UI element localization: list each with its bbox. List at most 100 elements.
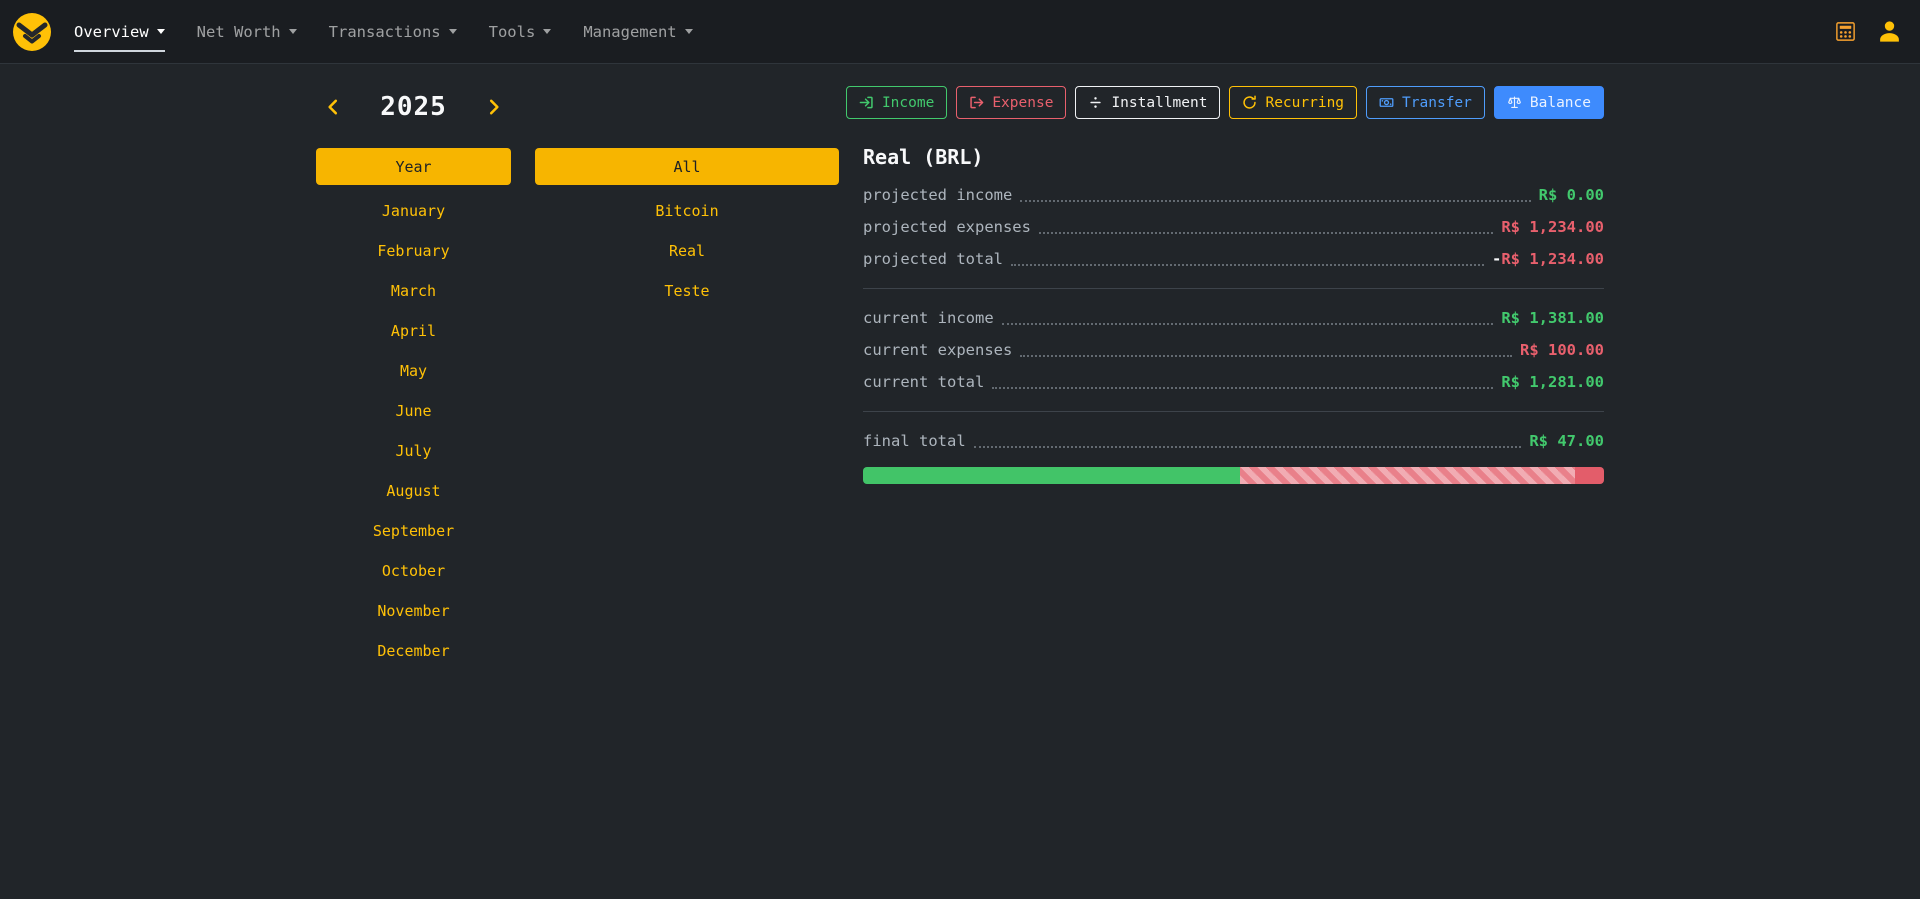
filter-label: Income xyxy=(882,95,934,111)
period-selector: 2025 Year January February March April M… xyxy=(316,86,839,671)
accounts-column: All Bitcoin Real Teste xyxy=(535,148,839,671)
filter-label: Balance xyxy=(1530,95,1591,111)
dotted-leader xyxy=(1020,189,1530,202)
caret-down-icon xyxy=(685,29,693,34)
nav-item-management[interactable]: Management xyxy=(583,0,692,63)
summary-row-label: final total xyxy=(863,432,966,450)
nav-item-label: Transactions xyxy=(329,23,441,41)
summary-row-label: current total xyxy=(863,373,984,391)
recurring-filter-button[interactable]: Recurring xyxy=(1229,86,1357,119)
balance-filter-button[interactable]: Balance xyxy=(1494,86,1604,119)
calculator-icon[interactable] xyxy=(1834,20,1857,43)
expense-filter-button[interactable]: Expense xyxy=(956,86,1066,119)
caret-down-icon xyxy=(157,29,165,34)
summary-row-value: R$ 1,381.00 xyxy=(1501,309,1604,327)
months-column: Year January February March April May Ju… xyxy=(316,148,511,671)
box-arrow-out-icon xyxy=(969,95,984,110)
summary-row-value: R$ 1,281.00 xyxy=(1501,373,1604,391)
account-link-bitcoin[interactable]: Bitcoin xyxy=(535,191,839,231)
filter-label: Installment xyxy=(1111,95,1207,111)
summary-row-label: current expenses xyxy=(863,341,1012,359)
summary-row-current-total: current total R$ 1,281.00 xyxy=(863,366,1604,398)
chevron-left-icon xyxy=(324,98,342,116)
month-link-july[interactable]: July xyxy=(316,431,511,471)
next-year-button[interactable] xyxy=(479,92,509,122)
summary-row-projected-income: projected income R$ 0.00 xyxy=(863,179,1604,211)
app-logo[interactable] xyxy=(12,12,52,52)
navbar-actions xyxy=(1834,0,1902,63)
summary-row-projected-total: projected total - R$ 1,234.00 xyxy=(863,243,1604,275)
account-list: Bitcoin Real Teste xyxy=(535,191,839,311)
dotted-leader xyxy=(1020,344,1512,357)
nav-item-label: Overview xyxy=(74,23,149,41)
summary-row-label: projected income xyxy=(863,186,1012,204)
summary-row-final-total: final total R$ 47.00 xyxy=(863,425,1604,457)
summary-row-label: current income xyxy=(863,309,994,327)
account-summary-title: Real (BRL) xyxy=(863,145,1604,169)
box-arrow-in-icon xyxy=(859,95,874,110)
progress-segment-overflow xyxy=(1575,467,1604,484)
dotted-leader xyxy=(1011,253,1484,266)
filter-label: Expense xyxy=(992,95,1053,111)
top-navbar: Overview Net Worth Transactions Tools Ma… xyxy=(0,0,1920,64)
caret-down-icon xyxy=(449,29,457,34)
dotted-leader xyxy=(974,435,1522,448)
all-accounts-button[interactable]: All xyxy=(535,148,839,185)
summary-panel: Income Expense Installment xyxy=(863,86,1604,484)
month-link-january[interactable]: January xyxy=(316,191,511,231)
summary-row-value: R$ 0.00 xyxy=(1539,186,1604,204)
year-button[interactable]: Year xyxy=(316,148,511,185)
previous-year-button[interactable] xyxy=(318,92,348,122)
progress-segment-income xyxy=(863,467,1240,484)
month-list: January February March April May June Ju… xyxy=(316,191,511,671)
year-navigation: 2025 xyxy=(316,86,511,128)
month-link-august[interactable]: August xyxy=(316,471,511,511)
income-filter-button[interactable]: Income xyxy=(846,86,947,119)
nav-item-overview[interactable]: Overview xyxy=(74,0,165,63)
scales-icon xyxy=(1507,95,1522,110)
nav-item-label: Net Worth xyxy=(197,23,281,41)
progress-segment-expense xyxy=(1240,467,1575,484)
year-label: 2025 xyxy=(380,92,447,122)
month-link-september[interactable]: September xyxy=(316,511,511,551)
chevron-right-icon xyxy=(485,98,503,116)
divide-icon xyxy=(1088,95,1103,110)
month-link-february[interactable]: February xyxy=(316,231,511,271)
summary-row-value: R$ 47.00 xyxy=(1529,432,1604,450)
nav-item-tools[interactable]: Tools xyxy=(489,0,552,63)
nav-item-label: Management xyxy=(583,23,676,41)
section-divider xyxy=(863,288,1604,289)
budget-progress-bar xyxy=(863,467,1604,484)
main-navigation: Overview Net Worth Transactions Tools Ma… xyxy=(74,0,725,63)
main-content: 2025 Year January February March April M… xyxy=(316,64,1604,671)
summary-row-label: projected expenses xyxy=(863,218,1031,236)
transaction-type-filters: Income Expense Installment xyxy=(863,86,1604,119)
month-link-may[interactable]: May xyxy=(316,351,511,391)
month-link-november[interactable]: November xyxy=(316,591,511,631)
dotted-leader xyxy=(992,376,1493,389)
nav-item-transactions[interactable]: Transactions xyxy=(329,0,457,63)
coin-chevrons-logo xyxy=(12,12,52,52)
account-link-real[interactable]: Real xyxy=(535,231,839,271)
summary-row-current-expenses: current expenses R$ 100.00 xyxy=(863,334,1604,366)
user-icon[interactable] xyxy=(1877,19,1902,44)
dotted-leader xyxy=(1039,221,1493,234)
installment-filter-button[interactable]: Installment xyxy=(1075,86,1220,119)
cash-icon xyxy=(1379,95,1394,110)
summary-row-current-income: current income R$ 1,381.00 xyxy=(863,302,1604,334)
caret-down-icon xyxy=(289,29,297,34)
month-link-march[interactable]: March xyxy=(316,271,511,311)
month-link-april[interactable]: April xyxy=(316,311,511,351)
summary-row-value: R$ 1,234.00 xyxy=(1501,218,1604,236)
month-link-december[interactable]: December xyxy=(316,631,511,671)
account-link-teste[interactable]: Teste xyxy=(535,271,839,311)
month-link-june[interactable]: June xyxy=(316,391,511,431)
nav-item-net-worth[interactable]: Net Worth xyxy=(197,0,297,63)
nav-item-label: Tools xyxy=(489,23,536,41)
month-link-october[interactable]: October xyxy=(316,551,511,591)
filter-label: Recurring xyxy=(1265,95,1344,111)
dotted-leader xyxy=(1002,312,1494,325)
transfer-filter-button[interactable]: Transfer xyxy=(1366,86,1485,119)
caret-down-icon xyxy=(543,29,551,34)
value-sign: - xyxy=(1492,250,1501,268)
